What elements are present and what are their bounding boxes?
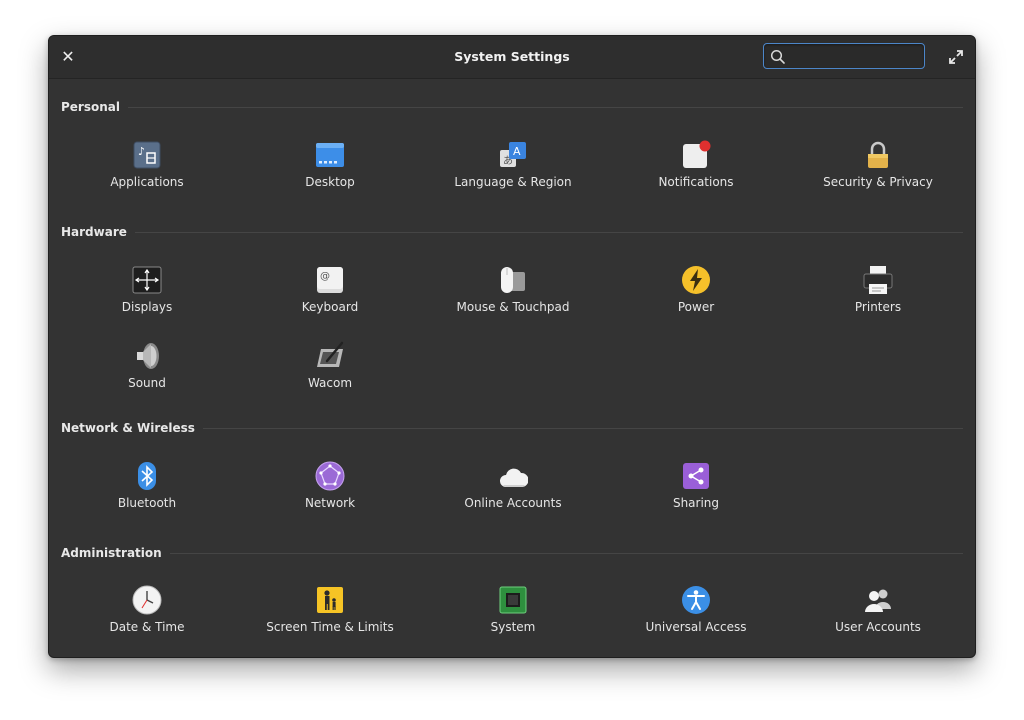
item-label: Mouse & Touchpad — [456, 300, 570, 314]
item-label: Bluetooth — [117, 496, 177, 510]
item-label: Displays — [121, 300, 173, 314]
tablet-icon — [317, 341, 344, 367]
item-label: Applications — [110, 175, 184, 189]
item-universal-access[interactable]: Universal Access — [605, 585, 787, 645]
item-label: Wacom — [307, 376, 353, 390]
section-divider — [134, 231, 963, 233]
power-icon — [682, 266, 710, 294]
section-divider — [169, 552, 963, 554]
section-title: Administration — [61, 546, 162, 560]
language-icon: あ A — [500, 142, 526, 167]
section-title: Network & Wireless — [61, 421, 195, 435]
item-mouse-touchpad[interactable]: Mouse & Touchpad — [422, 265, 604, 325]
item-wacom[interactable]: Wacom — [239, 341, 421, 401]
item-system[interactable]: System — [422, 585, 604, 645]
item-applications[interactable]: ♪ Applications — [56, 140, 238, 200]
item-desktop[interactable]: Desktop — [239, 140, 421, 200]
applications-icon: ♪ — [133, 141, 161, 169]
speaker-icon — [137, 343, 159, 369]
section-title: Personal — [61, 100, 120, 114]
section-administration: Administration — [61, 543, 963, 563]
lock-icon — [868, 141, 888, 168]
search-input[interactable] — [788, 46, 922, 68]
item-online-accounts[interactable]: Online Accounts — [422, 461, 604, 521]
notifications-icon — [683, 140, 711, 168]
item-label: System — [490, 620, 536, 634]
item-label: Printers — [854, 300, 902, 314]
item-bluetooth[interactable]: Bluetooth — [56, 461, 238, 521]
share-icon — [683, 463, 709, 489]
item-user-accounts[interactable]: User Accounts — [787, 585, 969, 645]
clock-icon — [132, 585, 162, 615]
item-label: Screen Time & Limits — [266, 620, 394, 634]
section-divider — [128, 106, 963, 108]
section-hardware: Hardware — [61, 222, 963, 242]
network-icon — [315, 461, 345, 491]
item-notifications[interactable]: Notifications — [605, 140, 787, 200]
svg-text:A: A — [513, 145, 521, 158]
keyboard-icon: @ — [317, 267, 343, 293]
users-icon — [865, 589, 891, 612]
search-field[interactable] — [763, 43, 925, 69]
settings-window: ✕ System Settings Personal ♪ Application… — [48, 35, 976, 658]
item-label: Sound — [128, 376, 166, 390]
printer-icon — [863, 266, 893, 294]
item-sharing[interactable]: Sharing — [605, 461, 787, 521]
item-label: Desktop — [305, 175, 355, 189]
svg-text:♪: ♪ — [138, 145, 145, 158]
item-label: Sharing — [672, 496, 720, 510]
cloud-icon — [500, 468, 528, 487]
accessibility-icon — [682, 586, 710, 614]
screen-time-icon — [317, 587, 343, 613]
item-label: User Accounts — [835, 620, 921, 634]
item-power[interactable]: Power — [605, 265, 787, 325]
item-keyboard[interactable]: @ Keyboard — [239, 265, 421, 325]
section-divider — [202, 427, 963, 429]
section-network-wireless: Network & Wireless — [61, 418, 963, 438]
search-icon — [770, 49, 785, 64]
item-network[interactable]: Network — [239, 461, 421, 521]
chip-icon — [499, 586, 527, 614]
section-title: Hardware — [61, 225, 127, 239]
displays-icon — [132, 266, 162, 294]
bluetooth-icon — [138, 462, 156, 490]
section-personal: Personal — [61, 97, 963, 117]
item-language-region[interactable]: あ A Language & Region — [422, 140, 604, 200]
item-label: Security & Privacy — [823, 175, 933, 189]
item-label: Power — [677, 300, 715, 314]
mouse-icon — [501, 267, 525, 293]
item-displays[interactable]: Displays — [56, 265, 238, 325]
item-label: Language & Region — [454, 175, 572, 189]
item-date-time[interactable]: Date & Time — [56, 585, 238, 645]
item-label: Universal Access — [645, 620, 747, 634]
svg-text:@: @ — [320, 271, 330, 282]
item-label: Notifications — [658, 175, 734, 189]
maximize-icon[interactable] — [947, 48, 965, 66]
item-label: Online Accounts — [464, 496, 562, 510]
settings-content: Personal ♪ Applications Desktop あ A Lang… — [49, 79, 975, 657]
desktop-icon — [316, 143, 344, 167]
title-bar: ✕ System Settings — [49, 36, 975, 79]
item-screen-time-limits[interactable]: Screen Time & Limits — [239, 585, 421, 645]
item-label: Date & Time — [109, 620, 185, 634]
item-label: Network — [304, 496, 356, 510]
item-sound[interactable]: Sound — [56, 341, 238, 401]
item-label: Keyboard — [301, 300, 359, 314]
item-security-privacy[interactable]: Security & Privacy — [787, 140, 969, 200]
item-printers[interactable]: Printers — [787, 265, 969, 325]
